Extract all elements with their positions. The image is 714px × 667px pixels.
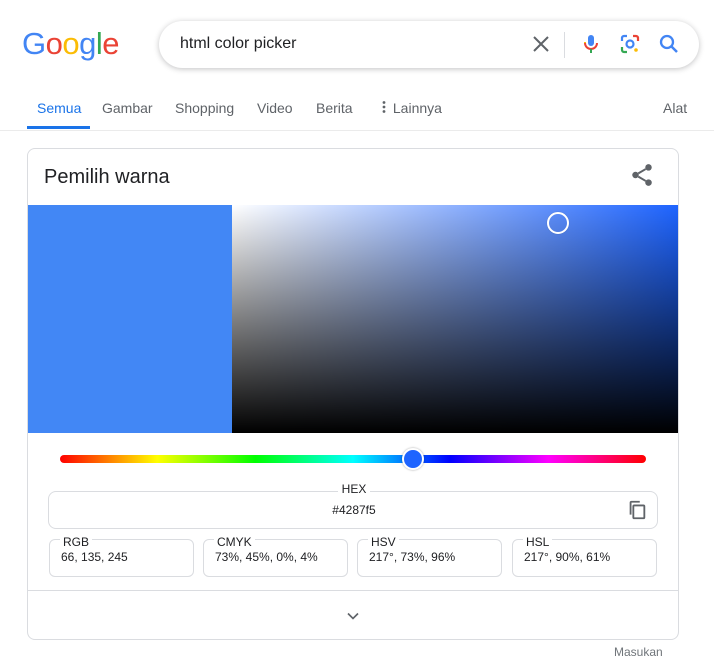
cmyk-field[interactable]: CMYK 73%, 45%, 0%, 4%: [203, 535, 348, 577]
rgb-label: RGB: [60, 535, 93, 549]
microphone-icon[interactable]: [579, 32, 603, 56]
hsl-label: HSL: [523, 535, 553, 549]
card-divider: [28, 590, 678, 591]
chevron-down-icon[interactable]: [343, 606, 363, 626]
tab-more-label: Lainnya: [392, 100, 442, 116]
hex-value[interactable]: #4287f5: [49, 503, 659, 517]
hsl-value[interactable]: 217°, 90%, 61%: [524, 550, 610, 564]
tab-shopping[interactable]: Shopping: [175, 100, 234, 116]
hsv-label: HSV: [368, 535, 399, 549]
logo-letter: G: [22, 26, 46, 61]
share-icon[interactable]: [629, 162, 655, 188]
google-logo[interactable]: Google: [22, 26, 120, 62]
card-title: Pemilih warna: [44, 166, 170, 188]
color-picker-card: Pemilih warna HEX #4287f5 RGB 66, 135, 2…: [27, 148, 679, 640]
more-vert-icon: [382, 101, 386, 113]
logo-letter: g: [79, 26, 96, 61]
hue-slider-handle[interactable]: [402, 448, 425, 470]
feedback-link[interactable]: Masukan: [614, 645, 663, 659]
search-icon[interactable]: [657, 32, 681, 56]
hue-slider[interactable]: [60, 448, 646, 470]
hex-label: HEX: [337, 482, 371, 496]
search-tabs: Semua Gambar Shopping Video Berita Lainn…: [0, 96, 714, 131]
hex-label-wrap: HEX: [49, 482, 659, 496]
rgb-field[interactable]: RGB 66, 135, 245: [49, 535, 194, 577]
tools-button[interactable]: Alat: [663, 100, 687, 116]
search-divider: [564, 32, 565, 58]
hsl-field[interactable]: HSL 217°, 90%, 61%: [512, 535, 657, 577]
clear-icon[interactable]: [529, 32, 553, 56]
hsv-value[interactable]: 217°, 73%, 96%: [369, 550, 455, 564]
logo-letter: o: [45, 26, 63, 61]
logo-letter: e: [102, 26, 120, 61]
hsv-field[interactable]: HSV 217°, 73%, 96%: [357, 535, 502, 577]
tab-all[interactable]: Semua: [37, 100, 81, 116]
tab-images[interactable]: Gambar: [102, 100, 153, 116]
copy-icon[interactable]: [626, 499, 648, 521]
tab-news[interactable]: Berita: [316, 100, 353, 116]
saturation-handle[interactable]: [546, 212, 569, 235]
saturation-value-canvas[interactable]: [232, 205, 678, 433]
search-input[interactable]: [180, 33, 510, 55]
tab-more[interactable]: Lainnya: [379, 100, 442, 116]
logo-letter: o: [62, 26, 80, 61]
active-tab-indicator: [27, 126, 90, 129]
lens-icon[interactable]: [618, 32, 642, 56]
color-preview-swatch: [28, 205, 232, 433]
cmyk-value[interactable]: 73%, 45%, 0%, 4%: [215, 550, 318, 564]
search-bar: [159, 21, 699, 68]
tab-video[interactable]: Video: [257, 100, 293, 116]
cmyk-label: CMYK: [214, 535, 255, 549]
hex-field[interactable]: HEX #4287f5: [48, 482, 659, 529]
rgb-value[interactable]: 66, 135, 245: [61, 550, 128, 564]
